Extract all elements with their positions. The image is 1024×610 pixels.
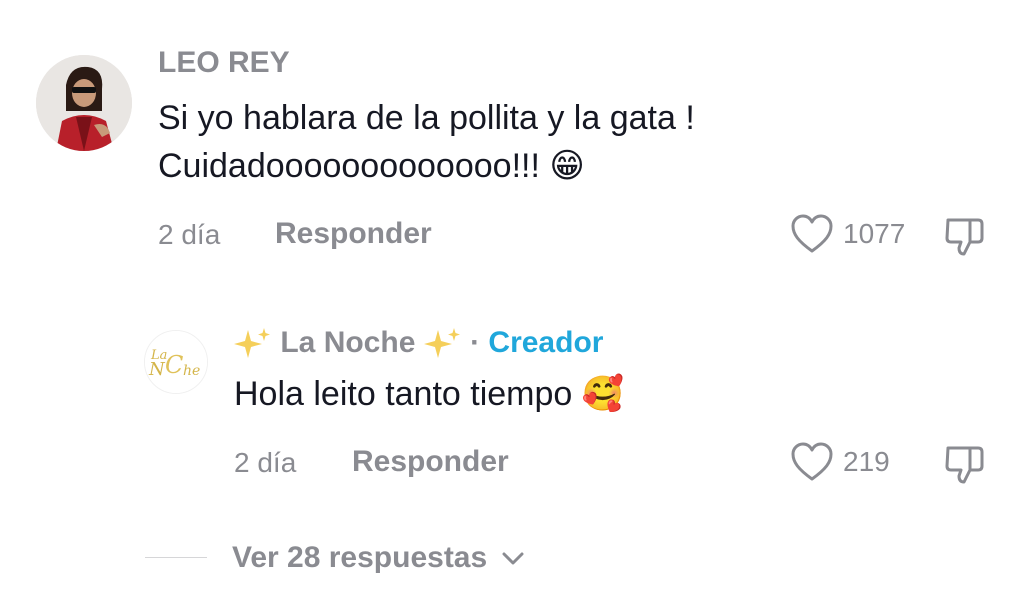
reply-username[interactable]: La Noche <box>280 326 415 359</box>
thumbs-down-icon[interactable] <box>942 440 988 486</box>
comment-text-line-2-wrapper: Cuidadooooooooooooo!!! 😁 <box>158 142 585 190</box>
reply-button[interactable]: Responder <box>275 216 432 252</box>
comment-text-line-2: Cuidadooooooooooooo!!! <box>158 147 540 185</box>
svg-text:he: he <box>183 363 200 379</box>
separator-dot: · <box>470 326 481 359</box>
reply-time: 2 día <box>234 447 297 478</box>
chevron-down-icon <box>502 552 524 565</box>
view-replies-label: Ver 28 respuestas <box>232 541 488 574</box>
heart-outline-icon[interactable] <box>790 441 834 483</box>
creator-badge: Creador <box>488 326 604 359</box>
view-replies-button[interactable]: Ver 28 respuestas <box>232 540 526 576</box>
comment-thread: LEO REY Si yo hablara de la pollita y la… <box>0 0 1024 610</box>
heart-outline-icon[interactable] <box>790 213 834 255</box>
reply-header: La Noche · Creador <box>234 325 603 362</box>
svg-text:C: C <box>165 351 183 379</box>
reply-text: Hola leito tanto tiempo <box>234 375 573 413</box>
like-count: 219 <box>843 446 890 477</box>
comment-username[interactable]: LEO REY <box>158 45 290 81</box>
comment-text-line-1: Si yo hablara de la pollita y la gata ! <box>158 99 695 137</box>
sparkles-icon <box>423 328 460 359</box>
la-noche-logo: La N C he <box>145 331 207 393</box>
thumbs-down-icon[interactable] <box>942 212 988 258</box>
creator-avatar[interactable]: La N C he <box>144 330 208 394</box>
replies-divider <box>145 557 207 558</box>
reply-text-wrapper: Hola leito tanto tiempo 🥰 <box>234 370 624 418</box>
sparkles-icon <box>234 328 270 359</box>
like-count: 1077 <box>843 218 906 249</box>
avatar-image <box>36 55 132 151</box>
smiling-hearts-emoji: 🥰 <box>581 375 625 413</box>
comment-time: 2 día <box>158 219 221 250</box>
svg-text:N: N <box>148 359 166 380</box>
grinning-emoji: 😁 <box>549 147 585 185</box>
reply-button[interactable]: Responder <box>352 444 509 480</box>
avatar[interactable] <box>36 55 132 151</box>
